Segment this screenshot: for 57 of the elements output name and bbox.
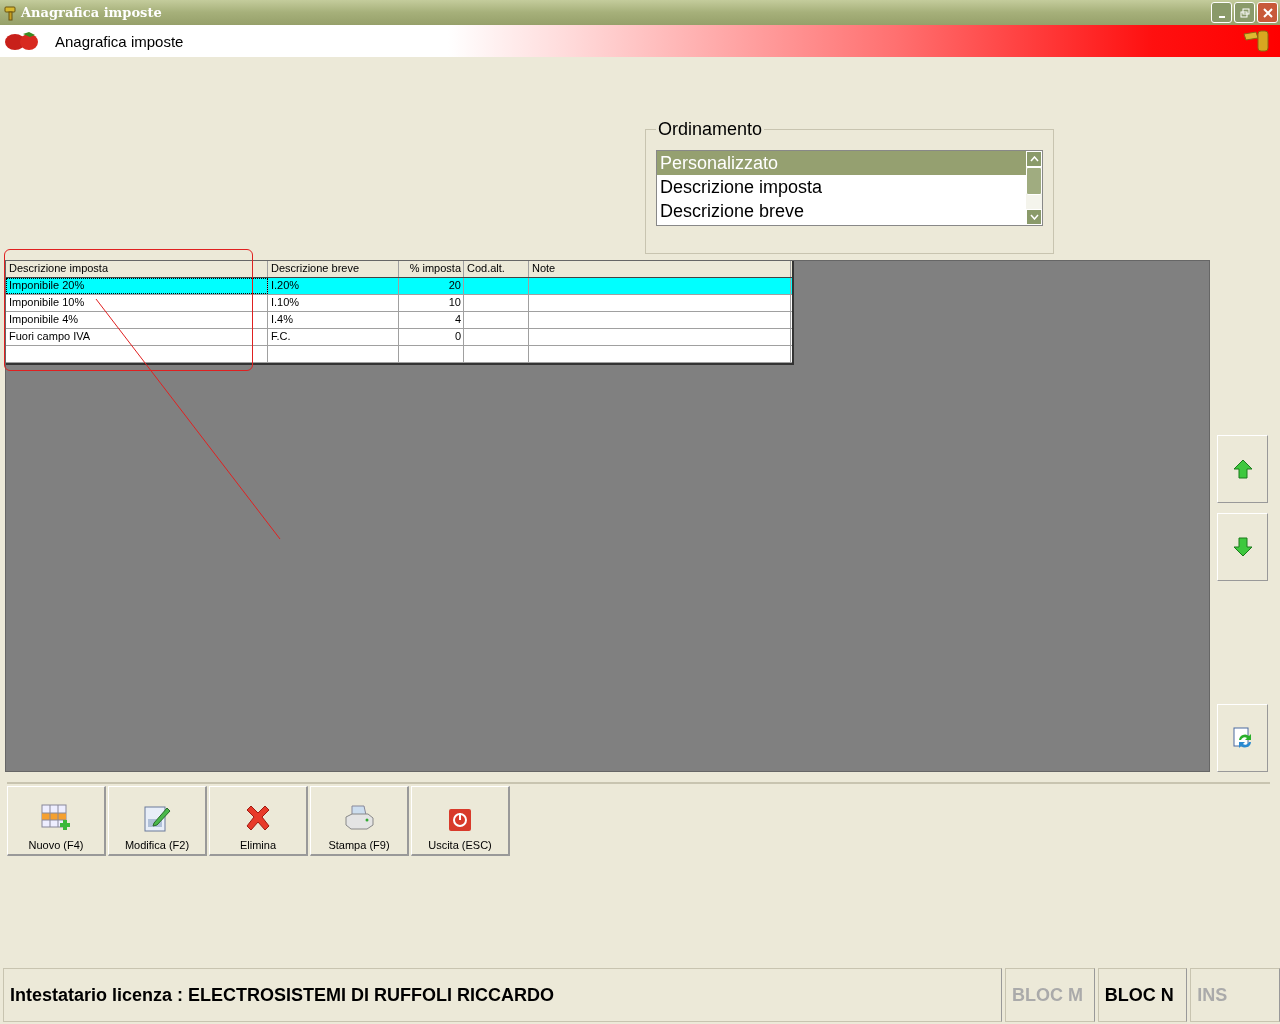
print-button[interactable]: Stampa (F9) <box>310 786 409 856</box>
keyboard-indicator: BLOC N <box>1097 968 1188 1022</box>
table-row[interactable]: Imponibile 4% I.4% 4 <box>6 312 792 329</box>
close-icon <box>1261 6 1274 19</box>
column-header[interactable]: Cod.alt. <box>464 261 529 277</box>
table-row[interactable]: Imponibile 20% I.20% 20 <box>6 278 792 295</box>
ordering-option[interactable]: Descrizione imposta <box>657 175 1026 199</box>
table-row[interactable]: Fuori campo IVA F.C. 0 <box>6 329 792 346</box>
minimize-icon <box>1218 15 1225 18</box>
move-up-button[interactable] <box>1217 435 1268 503</box>
scroll-down-icon[interactable] <box>1026 209 1042 225</box>
table-cell: Fuori campo IVA <box>6 329 268 345</box>
close-button[interactable] <box>1257 2 1278 23</box>
gavel-icon <box>3 4 17 21</box>
strawberry-icon <box>3 30 41 52</box>
move-down-button[interactable] <box>1217 513 1268 581</box>
column-header[interactable]: Descrizione breve <box>268 261 399 277</box>
table-cell: 20 <box>399 278 464 294</box>
arrow-up-icon <box>1231 458 1254 480</box>
window-title: Anagrafica imposte <box>21 5 162 20</box>
keyboard-indicator: INS <box>1190 968 1280 1022</box>
column-header[interactable]: Note <box>529 261 791 277</box>
table-row[interactable]: Imponibile 10% I.10% 10 <box>6 295 792 312</box>
exit-button[interactable]: Uscita (ESC) <box>411 786 510 856</box>
power-icon <box>447 807 473 833</box>
table-cell: 4 <box>399 312 464 328</box>
table-cell: Imponibile 20% <box>6 278 268 294</box>
arrow-down-icon <box>1231 536 1254 558</box>
delete-button[interactable]: Elimina <box>209 786 308 856</box>
table-cell: 0 <box>399 329 464 345</box>
table-add-icon <box>40 803 72 833</box>
scroll-up-icon[interactable] <box>1026 151 1042 167</box>
gavel-icon <box>1242 28 1272 54</box>
header-title: Anagrafica imposte <box>55 32 184 50</box>
document-pencil-icon <box>142 803 172 833</box>
license-text: Intestatario licenza : ELECTROSISTEMI DI RUFFOLI RICCARDO <box>10 984 555 1006</box>
ordering-option[interactable]: Descrizione breve <box>657 199 1026 223</box>
edit-button[interactable]: Modifica (F2) <box>108 786 207 856</box>
printer-icon <box>343 803 375 833</box>
column-header[interactable]: % imposta <box>399 261 464 277</box>
minimize-button[interactable] <box>1211 2 1232 23</box>
restore-button[interactable] <box>1234 2 1255 23</box>
table-cell: 10 <box>399 295 464 311</box>
table-cell: Imponibile 10% <box>6 295 268 311</box>
group-legend: Ordinamento <box>656 119 765 140</box>
table-cell: I.20% <box>268 278 399 294</box>
table-cell: I.10% <box>268 295 399 311</box>
table-cell: I.4% <box>268 312 399 328</box>
refresh-button[interactable] <box>1217 704 1268 772</box>
table-cell: F.C. <box>268 329 399 345</box>
new-button[interactable]: Nuovo (F4) <box>7 786 106 856</box>
restore-icon <box>1239 7 1250 18</box>
scroll-bar[interactable] <box>1026 151 1042 225</box>
column-header[interactable]: Descrizione imposta <box>6 261 268 277</box>
keyboard-indicator: BLOC M <box>1005 968 1095 1022</box>
table-cell: Imponibile 4% <box>6 312 268 328</box>
scroll-thumb[interactable] <box>1026 167 1042 195</box>
